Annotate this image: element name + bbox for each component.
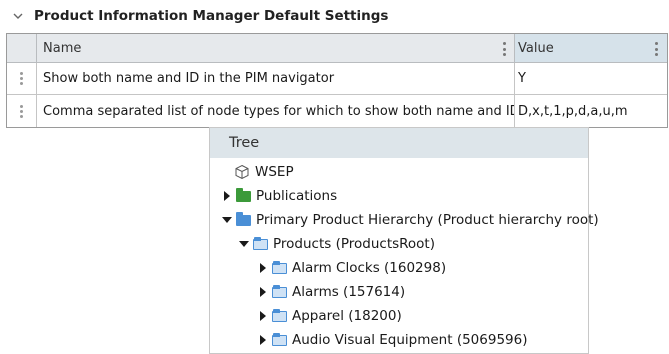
panel-title: Product Information Manager Default Sett… xyxy=(34,8,389,24)
row-name-cell: Show both name and ID in the PIM navigat… xyxy=(37,63,515,94)
tree-node-label: Publications xyxy=(256,188,338,204)
settings-panel: Product Information Manager Default Sett… xyxy=(0,0,669,128)
tree-node-products[interactable]: Products (ProductsRoot) xyxy=(237,233,435,255)
settings-grid: Name Value Show both name and ID in the … xyxy=(6,33,668,128)
tree-node-primary-product-hierarchy[interactable]: Primary Product Hierarchy (Product hiera… xyxy=(220,209,599,231)
drag-handle-icon[interactable] xyxy=(20,72,24,85)
tree-node-alarm-clocks[interactable]: Alarm Clocks (160298) xyxy=(256,257,446,279)
expand-arrow-icon[interactable] xyxy=(256,285,270,299)
chevron-down-icon[interactable] xyxy=(12,10,24,22)
tree-node-label: Audio Visual Equipment (5069596) xyxy=(292,332,528,348)
collapse-arrow-icon[interactable] xyxy=(237,237,251,251)
blue-folder-icon xyxy=(272,260,287,274)
tree-panel: Tree WSEP Publications Primary Product H… xyxy=(209,127,599,354)
row-value-cell[interactable]: D,x,t,1,p,d,a,u,m xyxy=(515,95,667,127)
blue-folder-icon xyxy=(236,211,251,226)
tree-node-audio-visual-equipment[interactable]: Audio Visual Equipment (5069596) xyxy=(256,329,528,351)
tree-node-label: Apparel (18200) xyxy=(292,308,402,324)
row-name-cell: Comma separated list of node types for w… xyxy=(37,95,515,127)
table-row[interactable]: Show both name and ID in the PIM navigat… xyxy=(7,63,667,95)
expand-arrow-icon[interactable] xyxy=(256,261,270,275)
expand-arrow-icon[interactable] xyxy=(220,189,234,203)
settings-panel-header[interactable]: Product Information Manager Default Sett… xyxy=(0,0,669,33)
tree-node-label: Alarms (157614) xyxy=(292,284,406,300)
tree-node-label: WSEP xyxy=(255,164,294,180)
blue-folder-icon xyxy=(272,284,287,298)
tree-node-alarms[interactable]: Alarms (157614) xyxy=(256,281,405,303)
tree-node-label: Alarm Clocks (160298) xyxy=(292,260,447,276)
grid-header-row: Name Value xyxy=(7,34,667,63)
expand-arrow-icon[interactable] xyxy=(256,333,270,347)
expand-arrow-icon[interactable] xyxy=(256,309,270,323)
tree-node-apparel[interactable]: Apparel (18200) xyxy=(256,305,402,327)
collapse-arrow-icon[interactable] xyxy=(220,213,234,227)
column-menu-icon[interactable] xyxy=(502,42,506,56)
grid-header-handle-cell xyxy=(7,34,37,62)
tree-node-publications[interactable]: Publications xyxy=(220,185,337,207)
tree-header: Tree xyxy=(210,128,588,158)
column-menu-icon[interactable] xyxy=(654,42,658,56)
column-header-value-label: Value xyxy=(518,40,554,56)
green-folder-icon xyxy=(236,187,251,202)
tree-node-wsep[interactable]: WSEP xyxy=(234,161,294,183)
column-header-value[interactable]: Value xyxy=(515,34,667,62)
column-header-name[interactable]: Name xyxy=(37,34,515,62)
tree-node-label: Products (ProductsRoot) xyxy=(273,236,435,252)
row-value-cell[interactable]: Y xyxy=(515,63,667,94)
blue-folder-icon xyxy=(272,332,287,346)
row-drag-handle[interactable] xyxy=(7,95,37,127)
column-header-name-label: Name xyxy=(43,40,82,56)
table-row[interactable]: Comma separated list of node types for w… xyxy=(7,95,667,128)
blue-folder-icon xyxy=(253,236,268,250)
cube-icon xyxy=(235,164,249,180)
blue-folder-icon xyxy=(272,308,287,322)
row-drag-handle[interactable] xyxy=(7,63,37,94)
drag-handle-icon[interactable] xyxy=(20,104,24,118)
tree-node-label: Primary Product Hierarchy (Product hiera… xyxy=(256,212,599,228)
